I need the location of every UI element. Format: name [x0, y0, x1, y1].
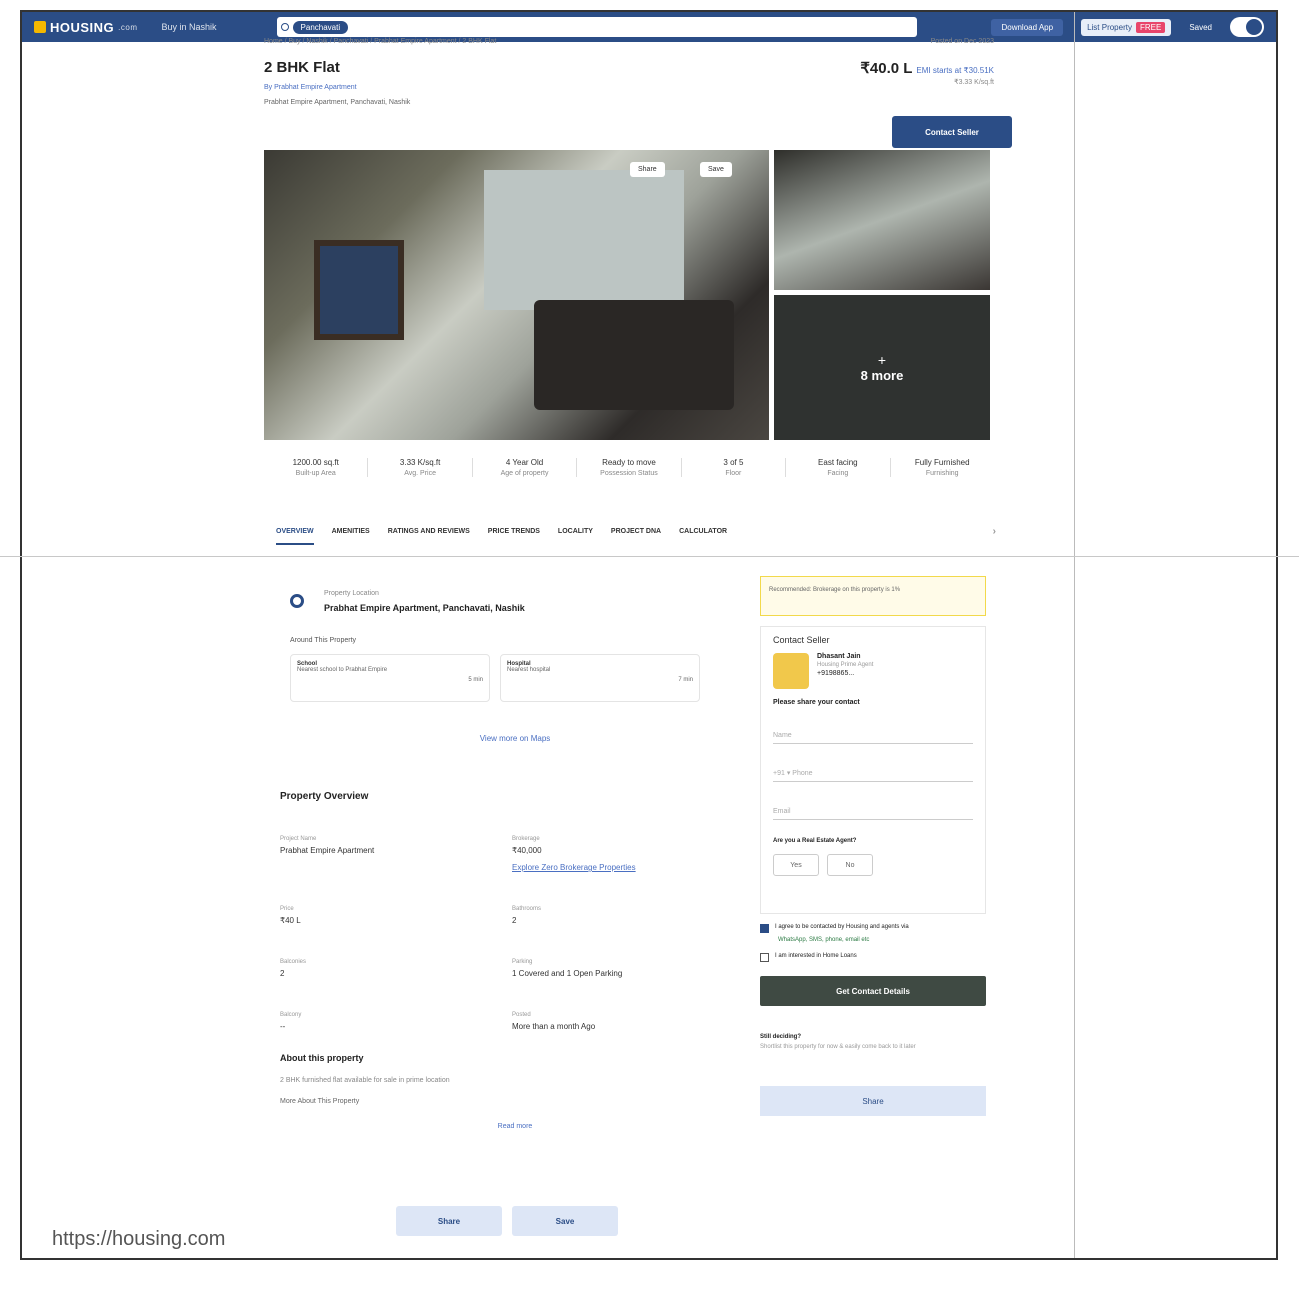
- avatar: [773, 653, 809, 689]
- key-stats: 1200.00 sq.ft Built-up Area 3.33 K/sq.ft A…: [264, 458, 994, 477]
- home-loan-checkbox[interactable]: [760, 953, 769, 962]
- save-photo-button[interactable]: Save: [700, 162, 732, 177]
- url-watermark: https://housing.com: [48, 1226, 230, 1253]
- agree-checkbox[interactable]: [760, 924, 769, 933]
- share-button[interactable]: Share: [760, 1086, 986, 1116]
- contact-panel: Recommended: Brokerage on this property …: [760, 576, 986, 1116]
- list-property-button[interactable]: List Property FREE: [1081, 18, 1172, 36]
- posted-date: Posted on Dec 2023: [930, 38, 994, 45]
- overview-section: Property Location Prabhat Empire Apartme…: [280, 590, 750, 1130]
- listed-by[interactable]: By Prabhat Empire Apartment: [264, 84, 410, 91]
- stat-age: 4 Year Old Age of property: [473, 458, 578, 477]
- tab-amenities[interactable]: AMENITIES: [332, 528, 370, 545]
- location-pin-icon: [290, 594, 304, 608]
- tab-project-dna[interactable]: PROJECT DNA: [611, 528, 661, 545]
- housing-logo[interactable]: HOUSING .com: [34, 20, 138, 35]
- share-photo-button[interactable]: Share: [630, 162, 665, 177]
- agent-no-button[interactable]: No: [827, 854, 873, 876]
- download-app-button[interactable]: Download App: [991, 18, 1064, 36]
- seller-phone: +9198865...: [817, 670, 855, 677]
- saved-link[interactable]: Saved: [1189, 23, 1212, 32]
- more-photos-button[interactable]: + 8 more: [774, 295, 990, 440]
- divider-line: [1074, 12, 1075, 1258]
- about-text: 2 BHK furnished flat available for sale …: [280, 1077, 450, 1084]
- emi-link[interactable]: EMI starts at ₹30.51K: [916, 66, 994, 75]
- price: ₹40.0 L: [860, 60, 913, 77]
- avatar-icon: [1246, 19, 1262, 35]
- buy-city-menu[interactable]: Buy in Nashik: [162, 22, 217, 32]
- tab-overview[interactable]: OVERVIEW: [276, 528, 314, 545]
- stat-avg-price: 3.33 K/sq.ft Avg. Price: [368, 458, 473, 477]
- about-title: About this property: [280, 1053, 364, 1063]
- tab-ratings[interactable]: RATINGS AND REVIEWS: [388, 528, 470, 545]
- bottom-share-button[interactable]: Share: [396, 1206, 502, 1236]
- overview-title: Property Overview: [280, 791, 369, 802]
- logo-icon: [34, 21, 46, 33]
- search-chip[interactable]: Panchavati: [292, 20, 349, 34]
- search-input[interactable]: Panchavati: [276, 17, 917, 37]
- contact-seller-form: Contact Seller Dhasant Jain Housing Prim…: [760, 626, 986, 914]
- bottom-save-button[interactable]: Save: [512, 1206, 618, 1236]
- page-title: 2 BHK Flat: [264, 59, 340, 76]
- profile-toggle[interactable]: [1230, 17, 1264, 37]
- per-sqft-price: ₹3.33 K/sq.ft: [954, 79, 994, 86]
- nearby-card[interactable]: Hospital Nearest hospital 7 min: [500, 654, 700, 702]
- search-icon: [280, 23, 289, 31]
- free-badge: FREE: [1135, 21, 1166, 33]
- seller-name: Dhasant Jain: [817, 653, 861, 660]
- stat-possession: Ready to move Possession Status: [577, 458, 682, 477]
- read-more-link[interactable]: Read more: [280, 1123, 750, 1130]
- brokerage-alert: Recommended: Brokerage on this property …: [760, 576, 986, 616]
- chevron-right-icon[interactable]: ›: [993, 526, 996, 537]
- phone-field[interactable]: +91 ▾ Phone: [773, 754, 973, 782]
- address-line[interactable]: Prabhat Empire Apartment, Panchavati, Na…: [264, 99, 410, 106]
- section-divider: [0, 556, 1299, 557]
- stat-facing: East facing Facing: [786, 458, 891, 477]
- photo-gallery[interactable]: Share Save + 8 more: [264, 150, 990, 440]
- tab-calculator[interactable]: CALCULATOR: [679, 528, 727, 545]
- stat-floor: 3 of 5 Floor: [682, 458, 787, 477]
- view-maps-link[interactable]: View more on Maps: [280, 734, 750, 743]
- get-contact-button[interactable]: Get Contact Details: [760, 976, 986, 1006]
- tab-price-trends[interactable]: PRICE TRENDS: [488, 528, 540, 545]
- contact-seller-button[interactable]: Contact Seller: [892, 116, 1012, 148]
- side-photo[interactable]: [774, 150, 990, 290]
- about-more-link[interactable]: More About This Property: [280, 1098, 750, 1105]
- zero-brokerage-link[interactable]: Explore Zero Brokerage Properties: [512, 863, 744, 872]
- email-field[interactable]: Email: [773, 792, 973, 820]
- listing-header: Home / Buy / Nashik / Panchavati / Prabh…: [264, 38, 1012, 148]
- agent-yes-button[interactable]: Yes: [773, 854, 819, 876]
- stat-furnishing: Fully Furnished Furnishing: [914, 458, 970, 477]
- breadcrumb[interactable]: Home / Buy / Nashik / Panchavati / Prabh…: [264, 38, 496, 45]
- nearby-card[interactable]: School Nearest school to Prabhat Empire 5 …: [290, 654, 490, 702]
- name-field[interactable]: Name: [773, 716, 973, 744]
- main-photo[interactable]: Share Save: [264, 150, 769, 440]
- tab-locality[interactable]: LOCALITY: [558, 528, 593, 545]
- stat-area: 1200.00 sq.ft Built-up Area: [264, 458, 369, 477]
- section-tabs: OVERVIEW AMENITIES RATINGS AND REVIEWS P…: [276, 526, 996, 545]
- property-location: Prabhat Empire Apartment, Panchavati, Na…: [324, 603, 525, 613]
